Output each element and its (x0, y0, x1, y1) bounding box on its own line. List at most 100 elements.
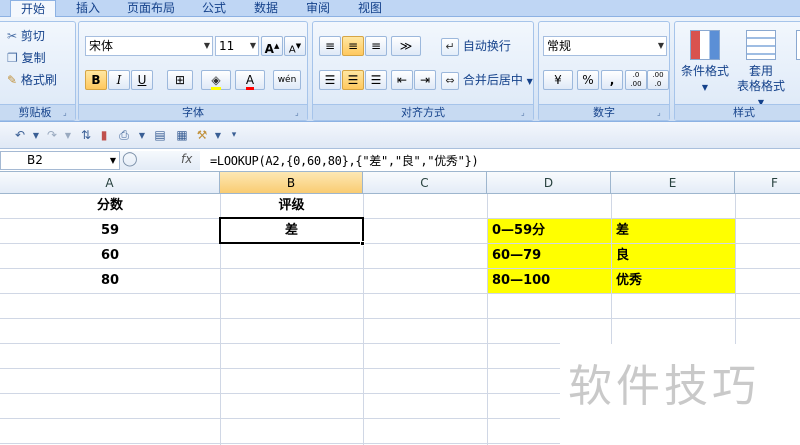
undo-icon[interactable]: ↶ (12, 128, 28, 143)
worksheet-grid[interactable]: A B C D E F 分数 评级 59 差 60 80 0—59分 差 60—… (0, 172, 800, 445)
tab-review[interactable]: 审阅 (296, 0, 340, 17)
dialog-launcher-icon[interactable]: ⌟ (521, 109, 529, 117)
chevron-down-icon: ▼ (657, 41, 664, 50)
formula-input[interactable]: =LOOKUP(A2,{0,60,80},{"差","良","优秀"}) (210, 152, 479, 169)
shrink-font-button[interactable]: A▼ (284, 36, 306, 56)
chevron-down-icon[interactable]: ▼ (28, 128, 44, 143)
gridline (611, 194, 612, 344)
borders-button[interactable]: ⊞ (167, 70, 193, 90)
cell-e2[interactable]: 差 (616, 219, 629, 243)
tab-page-layout[interactable]: 页面布局 (118, 0, 184, 17)
tab-view[interactable]: 视图 (348, 0, 392, 17)
tab-home[interactable]: 开始 (10, 0, 56, 18)
phonetic-guide-button[interactable]: wén (273, 70, 301, 90)
dialog-launcher-icon[interactable]: ⌟ (657, 109, 665, 117)
column-header-c[interactable]: C (363, 172, 487, 194)
fill-color-button[interactable]: ◈ (201, 70, 231, 90)
dialog-launcher-icon[interactable]: ⌟ (295, 109, 303, 117)
align-middle-button[interactable]: ≡ (342, 36, 364, 56)
tab-formulas[interactable]: 公式 (192, 0, 236, 17)
chevron-down-icon: ▼ (249, 41, 256, 50)
cell-d2[interactable]: 0—59分 (492, 219, 545, 243)
align-right-icon: ☰ (370, 73, 382, 87)
chevron-down-icon: ▼ (701, 83, 709, 92)
group-alignment: ≡ ≡ ≡ ≫ ☰ ☰ ☰ ⇤ ⇥ ↵ 自动换行 ⇔ 合并后居中 ▼ 对齐方式 … (312, 21, 534, 121)
cell-e4[interactable]: 优秀 (616, 269, 642, 293)
format-as-table-button[interactable]: 套用 表格格式 ▼ (733, 30, 789, 110)
cell-styles-button[interactable]: 单 (791, 30, 800, 79)
form-icon[interactable]: ▤ (152, 128, 168, 143)
font-name-select[interactable]: 宋体 ▼ (85, 36, 213, 56)
insert-function-button[interactable]: fx (181, 152, 192, 166)
column-header-f[interactable]: F (735, 172, 800, 194)
merge-cells-icon: ⇔ (441, 71, 459, 90)
wrap-text-button[interactable]: ↵ 自动换行 (441, 36, 511, 56)
cell-d4[interactable]: 80—100 (492, 269, 550, 293)
chart-icon[interactable]: ▮ (96, 128, 112, 143)
conditional-formatting-button[interactable]: 条件格式 ▼ (679, 30, 731, 95)
copy-button[interactable]: ❐ 复制 (7, 48, 46, 68)
conditional-format-icon (690, 30, 720, 60)
grow-font-button[interactable]: A▲ (261, 36, 283, 56)
bold-button[interactable]: B (85, 70, 107, 90)
customize-toolbar-icon[interactable]: ▾ (226, 128, 242, 143)
align-left-button[interactable]: ☰ (319, 70, 341, 90)
fill-handle[interactable] (360, 241, 365, 246)
comma-style-button[interactable]: , (601, 70, 623, 90)
table-format-icon (746, 30, 776, 60)
increase-decimal-button[interactable]: .0 .00 (625, 70, 647, 90)
tab-data[interactable]: 数据 (244, 0, 288, 17)
cell-b1[interactable]: 评级 (220, 194, 363, 218)
name-box[interactable]: B2 ▼ (0, 151, 120, 170)
column-header-d[interactable]: D (487, 172, 611, 194)
decrease-decimal-button[interactable]: .00 .0 (647, 70, 669, 90)
wrap-text-icon: ↵ (441, 37, 459, 56)
accounting-format-button[interactable]: ¥ (543, 70, 573, 90)
group-font: 宋体 ▼ 11 ▼ A▲ A▼ B I U ⊞ ◈ A wén 字体 ⌟ (78, 21, 308, 121)
merge-center-button[interactable]: ⇔ 合并后居中 ▼ (441, 70, 533, 90)
align-bottom-button[interactable]: ≡ (365, 36, 387, 56)
cell-d3[interactable]: 60—79 (492, 244, 541, 268)
cell-a3[interactable]: 60 (0, 244, 220, 268)
gridline (0, 293, 800, 294)
column-header-e[interactable]: E (611, 172, 735, 194)
cell-a4[interactable]: 80 (0, 269, 220, 293)
chevron-down-icon[interactable]: ▼ (210, 128, 226, 143)
decrease-indent-button[interactable]: ⇤ (391, 70, 413, 90)
format-painter-button[interactable]: ✎ 格式刷 (7, 70, 57, 90)
font-size-select[interactable]: 11 ▼ (215, 36, 259, 56)
font-color-button[interactable]: A (235, 70, 265, 90)
cell-a2[interactable]: 59 (0, 219, 220, 243)
dialog-launcher-icon[interactable]: ⌟ (63, 109, 71, 117)
chevron-down-icon: ▼ (109, 156, 116, 165)
indent-icon: ⇥ (419, 73, 431, 87)
align-top-button[interactable]: ≡ (319, 36, 341, 56)
table-icon[interactable]: ▦ (174, 128, 190, 143)
tab-insert[interactable]: 插入 (66, 0, 110, 17)
column-header-b[interactable]: B (220, 172, 363, 194)
italic-button[interactable]: I (108, 70, 130, 90)
watermark-text: 软件技巧 (568, 361, 760, 412)
tools-icon[interactable]: ⚒ (194, 128, 210, 143)
group-title-alignment: 对齐方式 (313, 104, 533, 120)
percent-style-button[interactable]: % (577, 70, 599, 90)
cell-e3[interactable]: 良 (616, 244, 629, 268)
cell-a1[interactable]: 分数 (0, 194, 220, 218)
sort-icon[interactable]: ⇅ (78, 128, 94, 143)
arrow-down-icon: ▼ (295, 42, 302, 50)
number-format-select[interactable]: 常规 ▼ (543, 36, 667, 56)
print-preview-icon[interactable]: ⎙ (116, 128, 132, 143)
align-right-button[interactable]: ☰ (365, 70, 387, 90)
cut-button[interactable]: ✂ 剪切 (7, 26, 45, 46)
underline-button[interactable]: U (131, 70, 153, 90)
chevron-down-icon[interactable]: ▼ (134, 128, 150, 143)
formula-bar: B2 ▼ ◯ fx =LOOKUP(A2,{0,60,80},{"差","良","… (0, 149, 800, 172)
orientation-button[interactable]: ≫ (391, 36, 421, 56)
increase-indent-button[interactable]: ⇥ (414, 70, 436, 90)
align-bottom-icon: ≡ (370, 39, 382, 53)
align-center-button[interactable]: ☰ (342, 70, 364, 90)
redo-icon[interactable]: ↷ (44, 128, 60, 143)
chevron-down-icon[interactable]: ▼ (60, 128, 76, 143)
quick-access-toolbar: ↶ ▼ ↷ ▼ ⇅ ▮ ⎙ ▼ ▤ ▦ ⚒ ▼ ▾ (0, 122, 800, 149)
column-header-a[interactable]: A (0, 172, 220, 194)
